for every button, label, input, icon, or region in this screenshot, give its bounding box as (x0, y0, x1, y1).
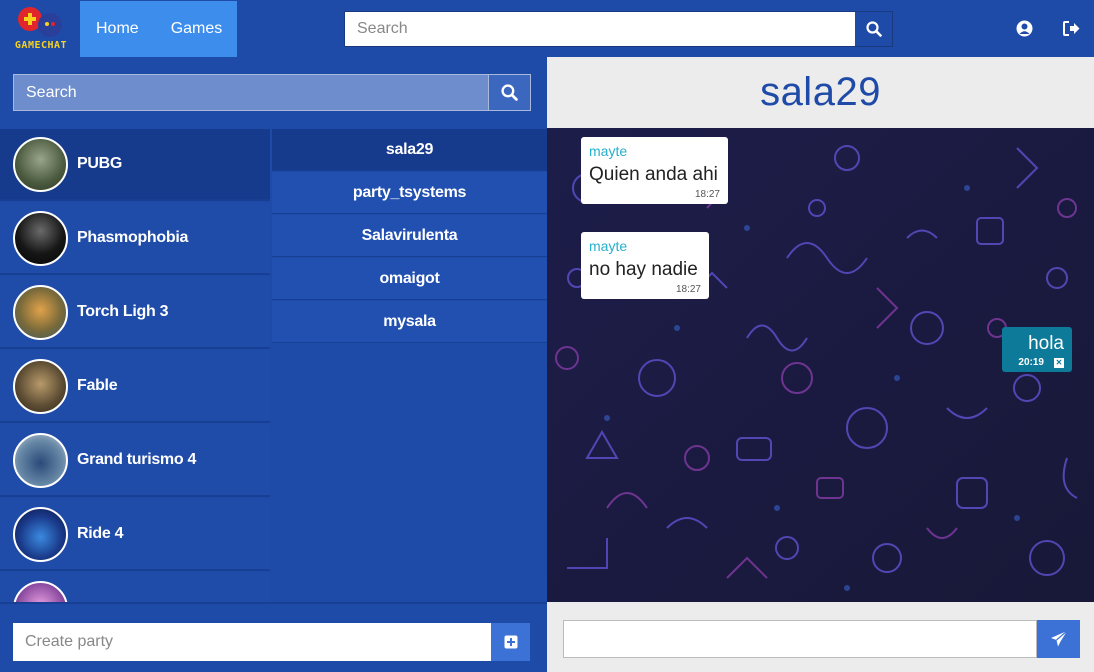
chat-message: mayte no hay nadie 18:27 (581, 232, 709, 299)
message-time: 18:27 (694, 189, 720, 200)
games-search-button[interactable] (488, 75, 530, 110)
message-form (563, 620, 1080, 658)
game-avatar (13, 358, 68, 414)
left-panel: PUBG Phasmophobia Torch Ligh 3 Fable Gra… (0, 57, 547, 672)
room-item-party-tsystems[interactable]: party_tsystems (272, 172, 547, 214)
nav-home[interactable]: Home (80, 20, 155, 38)
message-time: 18:27 (675, 284, 701, 295)
delete-message-icon[interactable]: ✕ (1054, 357, 1064, 368)
chat-messages-area[interactable]: mayte Quien anda ahi 18:27 mayte no hay … (547, 128, 1094, 602)
top-search-input[interactable] (345, 12, 854, 46)
game-name: Phasmophobia (77, 229, 189, 246)
games-search-input[interactable] (14, 75, 488, 110)
game-avatar (13, 136, 68, 192)
game-item-phasmophobia[interactable]: Phasmophobia (0, 203, 270, 275)
games-search (13, 74, 531, 111)
game-item-fable[interactable]: Fable (0, 351, 270, 423)
logout-button[interactable] (1060, 17, 1082, 39)
room-item-salavirulenta[interactable]: Salavirulenta (272, 215, 547, 257)
game-avatar (13, 506, 68, 562)
message-username: mayte (589, 143, 628, 159)
create-party-input[interactable] (13, 623, 491, 661)
game-item-grand-turismo-4[interactable]: Grand turismo 4 (0, 425, 270, 497)
game-avatar (13, 284, 68, 340)
game-name: PUBG (77, 155, 123, 172)
rooms-list: sala29 party_tsystems Salavirulenta omai… (272, 129, 547, 602)
top-search-button[interactable] (854, 12, 892, 46)
message-username: mayte (589, 238, 628, 254)
message-footer: 20:19 ✕ (1010, 357, 1064, 368)
create-party-form (13, 623, 530, 661)
room-item-sala29[interactable]: sala29 (272, 129, 547, 171)
create-party-bar (0, 602, 547, 672)
send-message-button[interactable] (1037, 620, 1080, 658)
gamepad-logo-icon (18, 7, 62, 37)
search-icon (865, 21, 882, 37)
game-name: Fable (77, 377, 118, 394)
main-nav: Home Games (80, 1, 237, 57)
game-item-pubg[interactable]: PUBG (0, 129, 270, 201)
top-bar: GAMECHAT Home Games (0, 0, 1094, 57)
message-time: 20:19 (1018, 357, 1044, 368)
gamechat-logo[interactable]: GAMECHAT (10, 5, 72, 53)
game-avatar (13, 580, 68, 602)
nav-games[interactable]: Games (155, 20, 239, 38)
game-name: Ride 4 (77, 525, 124, 542)
plus-square-icon (504, 635, 517, 649)
chat-message: mayte Quien anda ahi 18:27 (581, 137, 728, 204)
room-item-mysala[interactable]: mysala (272, 301, 547, 343)
search-icon (501, 84, 518, 101)
create-party-button[interactable] (491, 623, 530, 661)
message-text: no hay nadie (589, 259, 698, 280)
message-text: hola (1028, 333, 1064, 354)
game-avatar (13, 432, 68, 488)
game-item-partial[interactable] (0, 573, 270, 602)
chat-panel: sala29 mayte Quien anda ahi 18:27 mayte … (547, 57, 1094, 672)
room-item-omaigot[interactable]: omaigot (272, 258, 547, 300)
games-list: PUBG Phasmophobia Torch Ligh 3 Fable Gra… (0, 129, 270, 602)
user-circle-icon (1016, 20, 1032, 36)
game-item-ride-4[interactable]: Ride 4 (0, 499, 270, 571)
own-chat-message: hola 20:19 ✕ (1002, 327, 1072, 372)
message-text: Quien anda ahi (589, 164, 718, 185)
room-title: sala29 (760, 70, 881, 114)
logo-text: GAMECHAT (14, 40, 68, 51)
user-account-button[interactable] (1013, 17, 1035, 39)
room-header: sala29 (547, 57, 1094, 128)
message-input[interactable] (563, 620, 1037, 658)
game-item-torchlight-3[interactable]: Torch Ligh 3 (0, 277, 270, 349)
top-search (344, 11, 893, 47)
game-avatar (13, 210, 68, 266)
sign-out-icon (1062, 20, 1079, 36)
paper-plane-icon (1050, 630, 1067, 647)
message-composer (547, 602, 1094, 672)
game-name: Grand turismo 4 (77, 451, 197, 468)
game-name: Torch Ligh 3 (77, 303, 169, 320)
